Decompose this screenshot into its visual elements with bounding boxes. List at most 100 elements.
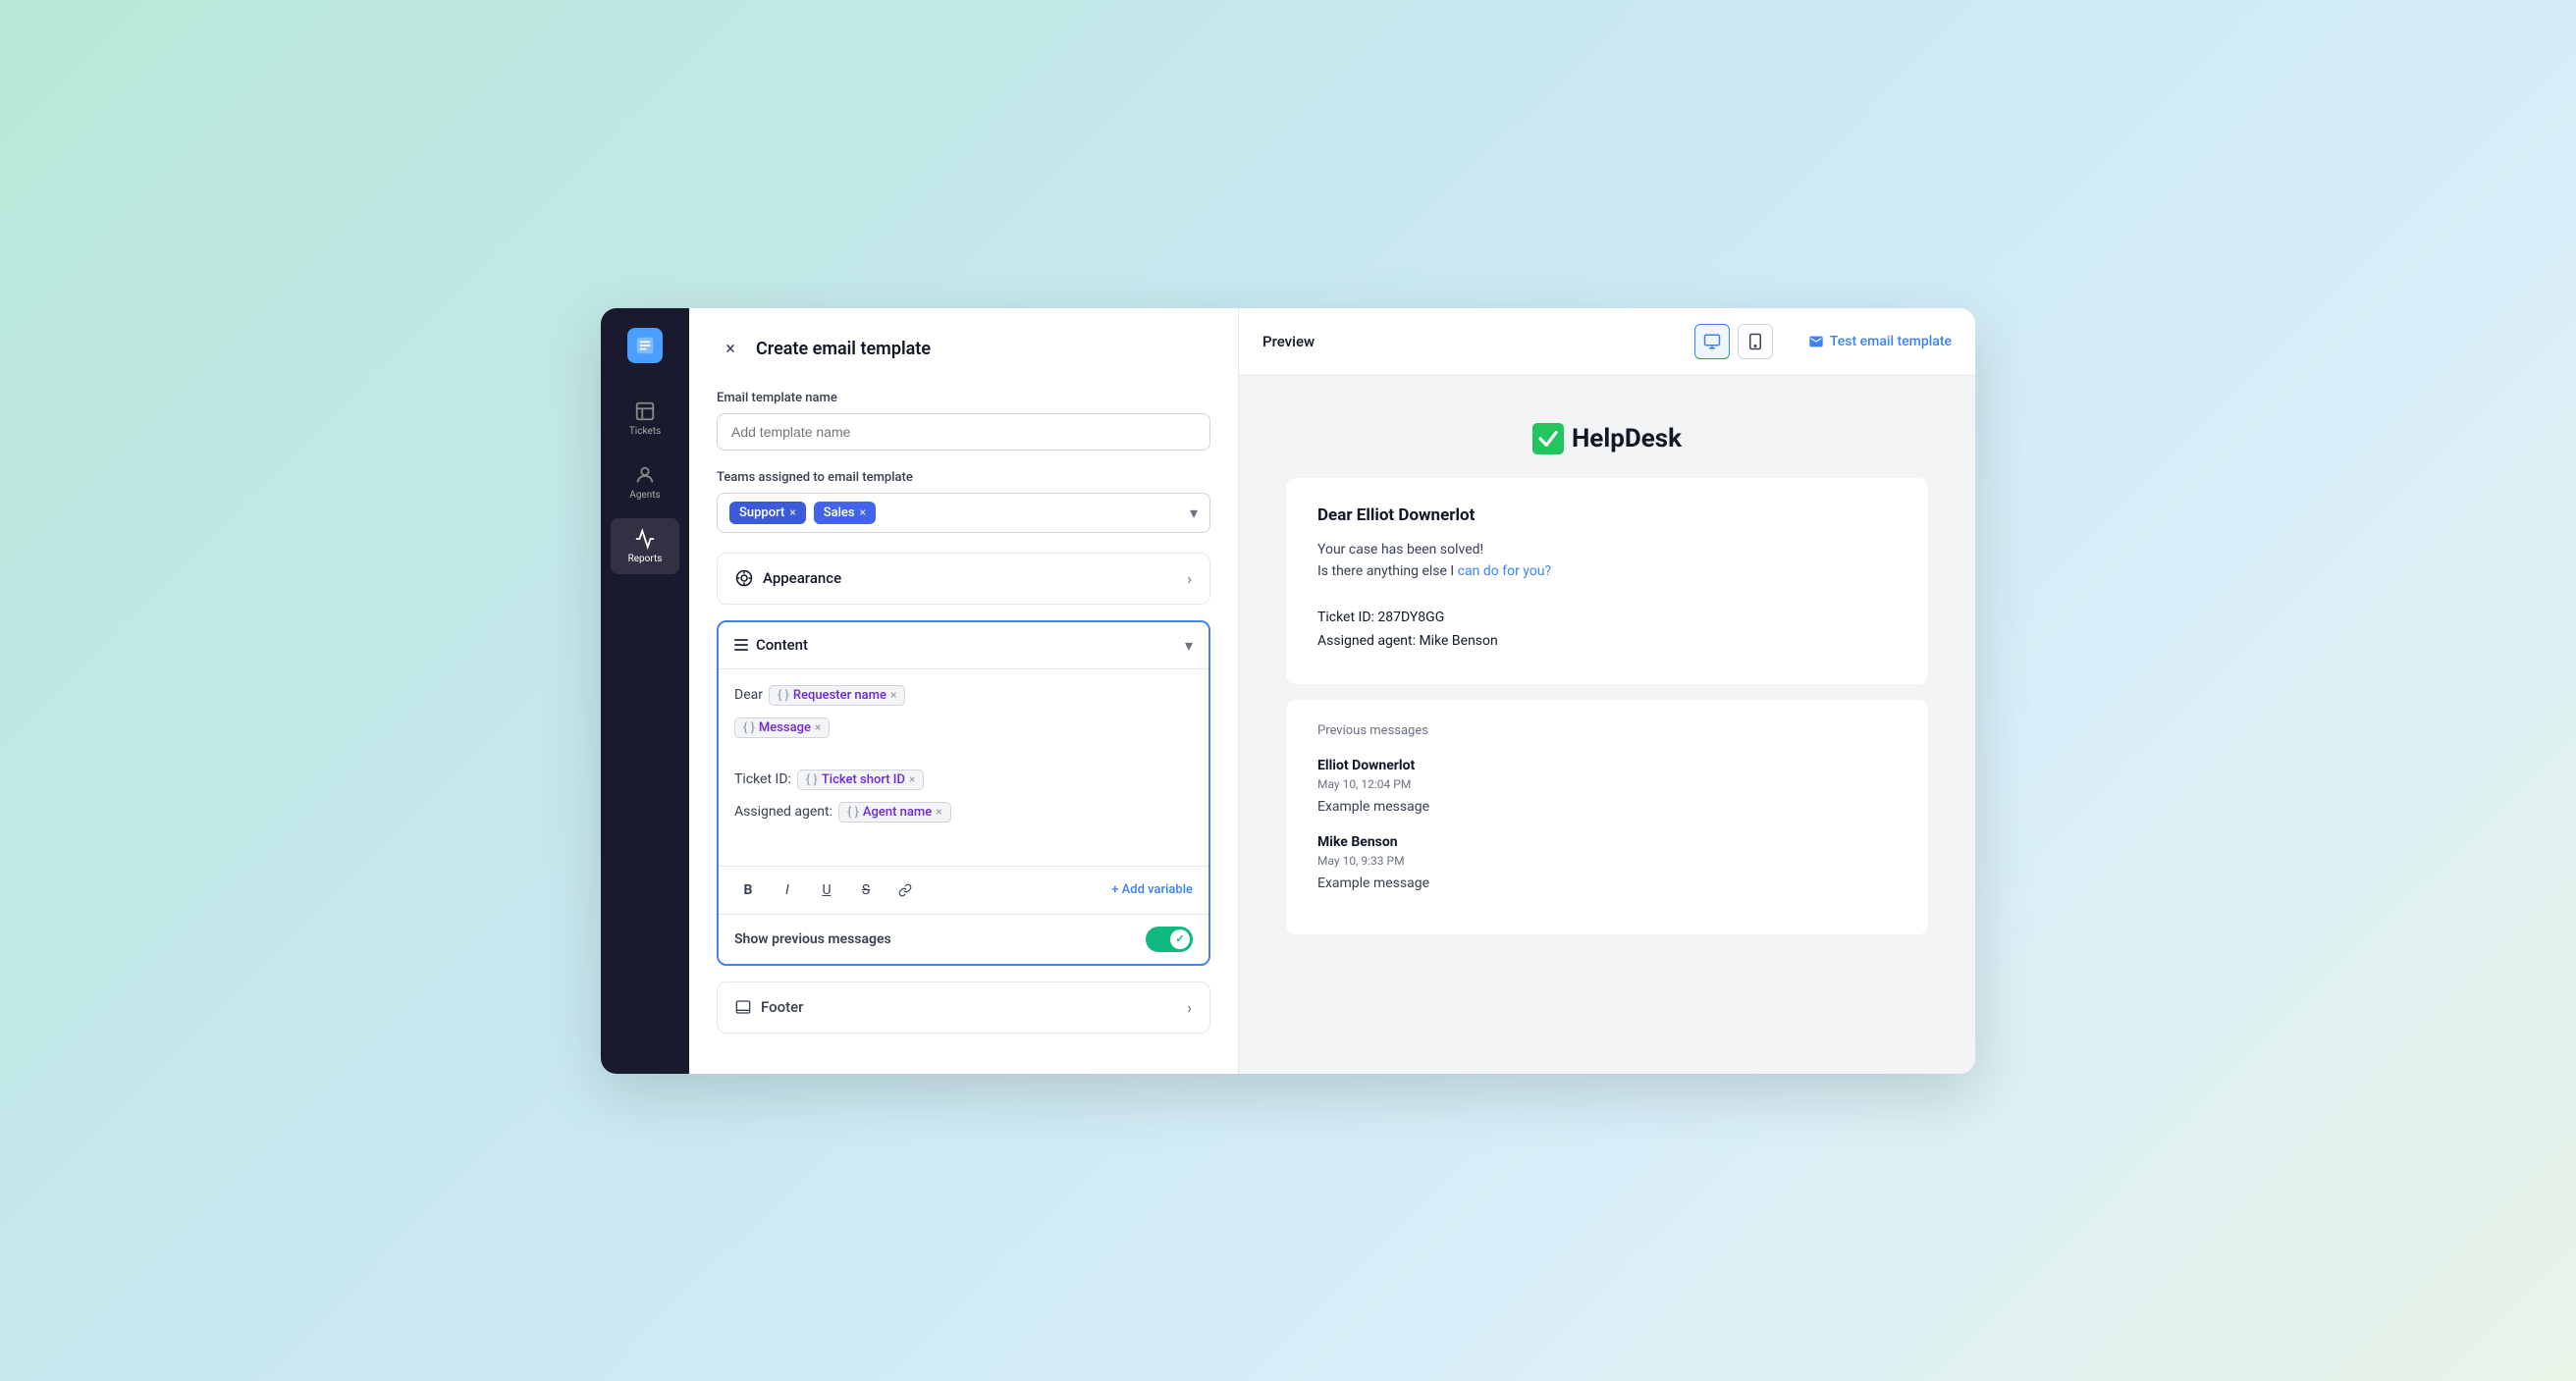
variable-agent-name: { } Agent name ×: [838, 802, 951, 823]
desktop-device-button[interactable]: [1694, 324, 1730, 359]
prev-messages-toggle[interactable]: [1146, 927, 1193, 952]
previous-messages-row: Show previous messages: [719, 914, 1208, 964]
preview-header: Preview: [1239, 308, 1975, 376]
content-body: Dear { } Requester name × { } Message ×: [719, 669, 1208, 866]
content-toolbar: B I U S + Add variable: [719, 866, 1208, 914]
preview-email-container: HelpDesk Dear Elliot Downerlot Your case…: [1262, 399, 1952, 959]
team-tag-support-close[interactable]: ×: [789, 505, 795, 519]
agents-icon: [634, 464, 656, 486]
template-name-label: Email template name: [717, 391, 1210, 405]
ticket-id-field: Ticket ID: 287DY8GG: [1317, 610, 1897, 625]
email-body-line1: Your case has been solved!: [1317, 539, 1897, 560]
message-sender-1: Elliot Downerlot: [1317, 758, 1897, 773]
content-section: Content ▾ Dear { } Requester name ×: [717, 620, 1210, 966]
left-panel: × Create email template Email template n…: [689, 308, 1239, 1074]
appearance-icon: [735, 569, 753, 587]
prev-messages-label: Show previous messages: [734, 931, 891, 947]
appearance-section: Appearance ›: [717, 553, 1210, 605]
italic-button[interactable]: I: [774, 876, 801, 904]
teams-group: Teams assigned to email template Support…: [717, 470, 1210, 533]
teams-label: Teams assigned to email template: [717, 470, 1210, 485]
preview-logo-text: HelpDesk: [1286, 423, 1928, 454]
variable-message: { } Message ×: [734, 717, 830, 738]
assigned-agent-text: Assigned agent:: [734, 804, 832, 820]
mobile-device-button[interactable]: [1738, 324, 1773, 359]
footer-header-left: Footer: [735, 998, 803, 1016]
footer-section: Footer ›: [717, 982, 1210, 1034]
reports-label: Reports: [628, 554, 663, 564]
right-panel: Preview: [1239, 308, 1975, 1074]
email-body: Your case has been solved! Is there anyt…: [1317, 539, 1897, 583]
test-email-button[interactable]: Test email template: [1808, 334, 1952, 349]
toggle-knob: [1170, 930, 1190, 949]
agents-label: Agents: [629, 490, 660, 501]
prev-messages-title: Previous messages: [1317, 723, 1897, 738]
underline-button[interactable]: U: [813, 876, 840, 904]
template-name-group: Email template name: [717, 391, 1210, 451]
sidebar-item-agents[interactable]: Agents: [611, 454, 679, 510]
helpdesk-logo-icon: [1532, 423, 1564, 454]
team-tag-support-label: Support: [739, 505, 784, 520]
content-label: Content: [756, 636, 808, 654]
team-tag-sales-label: Sales: [824, 505, 855, 520]
preview-controls: [1694, 324, 1773, 359]
sidebar: Tickets Agents Reports: [601, 308, 689, 1074]
content-chevron: ▾: [1185, 636, 1193, 655]
appearance-chevron: ›: [1187, 569, 1192, 588]
footer-chevron: ›: [1187, 998, 1192, 1017]
content-line-4: Assigned agent: { } Agent name ×: [734, 802, 1193, 823]
add-variable-button[interactable]: + Add variable: [1111, 882, 1193, 897]
template-name-input[interactable]: [717, 413, 1210, 451]
content-header[interactable]: Content ▾: [719, 622, 1208, 669]
message-content-2: Example message: [1317, 876, 1897, 891]
teams-dropdown-arrow: ▾: [1190, 504, 1198, 522]
ticket-id-text: Ticket ID:: [734, 771, 791, 787]
footer-icon: [735, 999, 751, 1015]
agent-field: Assigned agent: Mike Benson: [1317, 633, 1897, 649]
close-button[interactable]: ×: [717, 336, 744, 363]
bold-button[interactable]: B: [734, 876, 762, 904]
variable-requester-name-close[interactable]: ×: [890, 688, 896, 702]
variable-ticket-short-id: { } Ticket short ID ×: [797, 770, 924, 790]
sidebar-logo: [627, 328, 663, 363]
email-greeting: Dear Elliot Downerlot: [1317, 505, 1897, 525]
appearance-header[interactable]: Appearance ›: [718, 554, 1209, 604]
message-content-1: Example message: [1317, 799, 1897, 815]
tickets-label: Tickets: [629, 426, 661, 437]
message-sender-2: Mike Benson: [1317, 834, 1897, 850]
panel-title: Create email template: [756, 339, 931, 359]
main-content: × Create email template Email template n…: [689, 308, 1975, 1074]
team-tag-sales-close[interactable]: ×: [860, 505, 866, 519]
variable-ticket-short-id-close[interactable]: ×: [909, 772, 915, 786]
footer-header[interactable]: Footer ›: [718, 983, 1209, 1033]
email-icon: [1808, 334, 1824, 349]
panel-header: × Create email template: [717, 336, 1210, 363]
strikethrough-button[interactable]: S: [852, 876, 880, 904]
email-link[interactable]: can do for you?: [1458, 563, 1551, 579]
variable-agent-name-close[interactable]: ×: [936, 805, 941, 819]
logo-icon: [634, 335, 656, 356]
desktop-icon: [1703, 333, 1721, 350]
message-time-2: May 10, 9:33 PM: [1317, 854, 1897, 868]
content-line-3: Ticket ID: { } Ticket short ID ×: [734, 770, 1193, 790]
preview-body: HelpDesk Dear Elliot Downerlot Your case…: [1239, 376, 1975, 1074]
appearance-label: Appearance: [763, 569, 841, 587]
helpdesk-text: HelpDesk: [1572, 424, 1682, 453]
dear-text: Dear: [734, 687, 763, 703]
sidebar-item-reports[interactable]: Reports: [611, 518, 679, 574]
footer-label: Footer: [761, 998, 803, 1016]
preview-logo: HelpDesk: [1286, 423, 1928, 454]
prev-messages-card: Previous messages Elliot Downerlot May 1…: [1286, 700, 1928, 934]
team-tag-support: Support ×: [729, 502, 806, 524]
teams-dropdown[interactable]: Support × Sales × ▾: [717, 493, 1210, 533]
preview-title: Preview: [1262, 333, 1679, 350]
tickets-icon: [634, 400, 656, 422]
team-tag-sales: Sales ×: [814, 502, 876, 524]
main-email-card: Dear Elliot Downerlot Your case has been…: [1286, 478, 1928, 685]
sidebar-item-tickets[interactable]: Tickets: [611, 391, 679, 447]
content-line-2: { } Message ×: [734, 717, 1193, 738]
variable-message-close[interactable]: ×: [815, 720, 821, 734]
appearance-header-left: Appearance: [735, 569, 841, 587]
variable-requester-name: { } Requester name ×: [769, 685, 905, 706]
link-button[interactable]: [891, 876, 919, 904]
